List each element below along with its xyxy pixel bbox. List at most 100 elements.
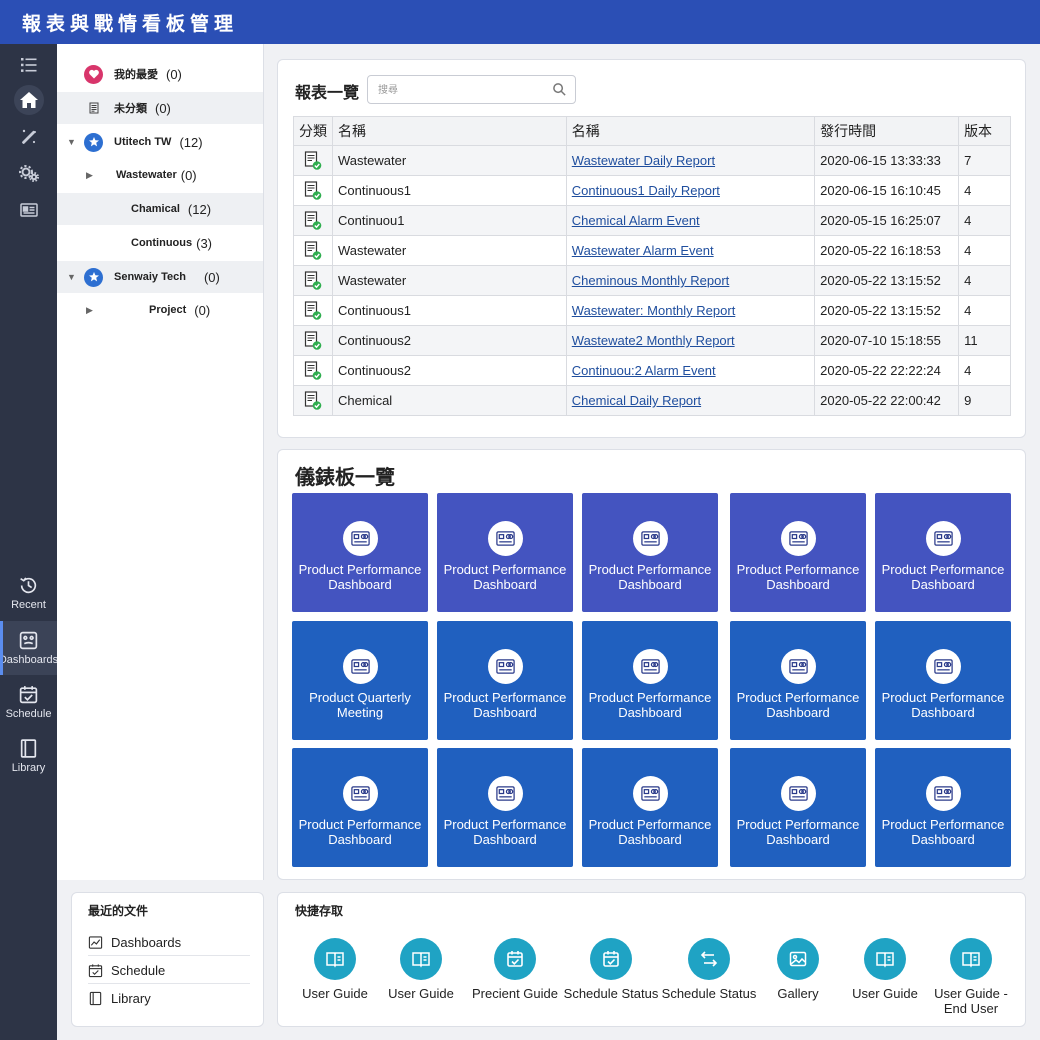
tree-item-chamical[interactable]: Chamical (12) [57, 193, 263, 225]
dashboard-tile[interactable]: Product Performance Dashboard [292, 493, 428, 612]
quick-access-item[interactable]: User Guide [285, 938, 385, 1001]
dashboard-tile[interactable]: Product Performance Dashboard [875, 493, 1011, 612]
report-link[interactable]: Cheminous Monthly Report [572, 273, 730, 288]
quick-access-label: User Guide - End User [934, 986, 1008, 1016]
quick-access-item[interactable]: Precient Guide [465, 938, 565, 1001]
dashboard-tile[interactable]: Product Performance Dashboard [875, 748, 1011, 867]
expand-down-icon[interactable]: ▼ [67, 137, 76, 147]
quick-access-item[interactable]: User Guide [371, 938, 471, 1001]
publish-time-cell: 2020-05-22 13:15:52 [814, 295, 960, 326]
dashboard-tile[interactable]: Product Performance Dashboard [437, 748, 573, 867]
dashboard-tile[interactable]: Product Performance Dashboard [582, 621, 718, 740]
recent-item-library[interactable]: Library [88, 985, 250, 1012]
column-header[interactable]: 名稱 [565, 116, 816, 146]
dashboard-tile-label: Product Performance Dashboard [878, 690, 1008, 720]
tree-item-count: (0) [155, 100, 171, 116]
document-icon [84, 99, 103, 118]
expand-right-icon[interactable]: ▶ [86, 305, 93, 316]
quick-access-item[interactable]: User Guide [835, 938, 935, 1001]
table-row[interactable]: Continuous1 Continuous1 Daily Report 2020-… [293, 175, 1011, 206]
table-row[interactable]: Continuous2 Wastewate2 Monthly Report 2020… [293, 325, 1011, 356]
app-title: 報表與戰情看板管理 [22, 12, 239, 35]
version-cell: 11 [958, 325, 1011, 356]
dashboard-tile[interactable]: Product Performance Dashboard [730, 621, 866, 740]
report-link[interactable]: Continuous1 Daily Report [572, 183, 720, 198]
nav-schedule[interactable]: Schedule [0, 675, 57, 729]
tree-item-favorites[interactable]: 我的最愛 (0) [57, 58, 263, 90]
gears-icon[interactable] [12, 158, 45, 188]
report-name-cell: Chemical Alarm Event [565, 205, 816, 236]
nav-recent-label: Recent [11, 599, 46, 611]
expand-down-icon[interactable]: ▼ [67, 272, 76, 282]
quick-access-label: Schedule Status [662, 986, 757, 1001]
nav-recent[interactable]: Recent [0, 566, 57, 620]
table-row[interactable]: Wastewater Wastewater Daily Report 2020-06… [293, 145, 1011, 176]
tree-item-project[interactable]: ▶ Project (0) [57, 294, 263, 326]
report-table: 分類 名稱 名稱 發行時間 版本 Wastewater Wastewater Da… [293, 116, 1011, 416]
table-row[interactable]: Chemical Chemical Daily Report 2020-05-22 … [293, 385, 1011, 416]
home-icon[interactable] [14, 85, 44, 115]
nav-dashboards[interactable]: Dashboards [0, 621, 58, 675]
quick-access-title: 快捷存取 [295, 904, 344, 918]
recent-item-schedule[interactable]: Schedule [88, 957, 250, 984]
table-row[interactable]: Continuous1 Wastewater: Monthly Report 202… [293, 295, 1011, 326]
category-cell: Continuous1 [332, 295, 567, 326]
tree-item-utitech-tw[interactable]: ▼ Utitech TW (12) [57, 126, 263, 158]
expand-right-icon[interactable]: ▶ [86, 170, 93, 181]
dashboard-tile[interactable]: Product Performance Dashboard [875, 621, 1011, 740]
recent-documents: 最近的文件 Dashboards Schedule Library [71, 892, 264, 1027]
dashboard-tile[interactable]: Product Performance Dashboard [582, 493, 718, 612]
table-row[interactable]: Continuous2 Continuou:2 Alarm Event 2020-0… [293, 355, 1011, 386]
report-link[interactable]: Wastewater Daily Report [572, 153, 715, 168]
search-input[interactable] [378, 82, 548, 98]
nav-library[interactable]: Library [0, 729, 57, 783]
column-header[interactable]: 分類 [293, 116, 333, 146]
tree-item-senwaiy-tech[interactable]: ▼ Senwaiy Tech (0) [57, 261, 263, 293]
report-link[interactable]: Wastewate2 Monthly Report [572, 333, 735, 348]
dashboard-tile-line2: Dashboard [766, 705, 830, 720]
report-link[interactable]: Wastewater: Monthly Report [572, 303, 736, 318]
category-cell: Continuous1 [332, 175, 567, 206]
column-header[interactable]: 版本 [958, 116, 1011, 146]
list-icon[interactable] [12, 50, 45, 80]
report-link[interactable]: Continuou:2 Alarm Event [572, 363, 716, 378]
report-link[interactable]: Chemical Daily Report [572, 393, 701, 408]
id-card-icon[interactable] [12, 195, 45, 225]
report-type-cell [293, 145, 333, 176]
report-link[interactable]: Wastewater Alarm Event [572, 243, 714, 258]
quick-access-item[interactable]: Schedule Status [561, 938, 661, 1001]
category-cell: Chemical [332, 385, 567, 416]
tree-item-uncategorized[interactable]: 未分類 (0) [57, 92, 263, 124]
tree-item-continuous[interactable]: Continuous (3) [57, 227, 263, 259]
version-cell: 4 [958, 175, 1011, 206]
report-link[interactable]: Chemical Alarm Event [572, 213, 700, 228]
column-header[interactable]: 發行時間 [814, 116, 960, 146]
report-search [367, 75, 576, 104]
dashboard-tile[interactable]: Product Performance Dashboard [582, 748, 718, 867]
dashboard-tile[interactable]: Product Performance Dashboard [437, 493, 573, 612]
recent-item-dashboards[interactable]: Dashboards [88, 929, 250, 956]
dashboard-tile[interactable]: Product Performance Dashboard [730, 493, 866, 612]
table-row[interactable]: Wastewater Wastewater Alarm Event 2020-05-… [293, 235, 1011, 266]
column-header[interactable]: 名稱 [332, 116, 567, 146]
report-type-cell [293, 385, 333, 416]
heart-icon [84, 64, 103, 84]
recent-item-label: Dashboards [111, 934, 182, 950]
quick-access-item[interactable]: User Guide - End User [921, 938, 1021, 1016]
dashboard-tile[interactable]: Product Performance Dashboard [730, 748, 866, 867]
dashboard-tile[interactable]: Product Performance Dashboard [292, 748, 428, 867]
quick-access-item[interactable]: Gallery [748, 938, 848, 1001]
table-row[interactable]: Continuou1 Chemical Alarm Event 2020-05-15… [293, 205, 1011, 236]
report-type-cell [293, 295, 333, 326]
tree-item-wastewater[interactable]: ▶ Wastewater (0) [57, 159, 263, 191]
quick-access-item[interactable]: Schedule Status [659, 938, 759, 1001]
dashboard-tile[interactable]: Product Performance Dashboard [437, 621, 573, 740]
magic-wand-icon[interactable] [12, 122, 45, 152]
table-row[interactable]: Wastewater Cheminous Monthly Report 2020-0… [293, 265, 1011, 296]
dashboard-tile-label: Product Performance Dashboard [440, 817, 570, 847]
search-icon[interactable] [552, 82, 567, 97]
report-name-cell: Wastewater Daily Report [565, 145, 816, 176]
dashboard-tile[interactable]: Product Quarterly Meeting [292, 621, 428, 740]
dashboard-icon [632, 649, 668, 684]
dashboard-icon [780, 649, 816, 684]
